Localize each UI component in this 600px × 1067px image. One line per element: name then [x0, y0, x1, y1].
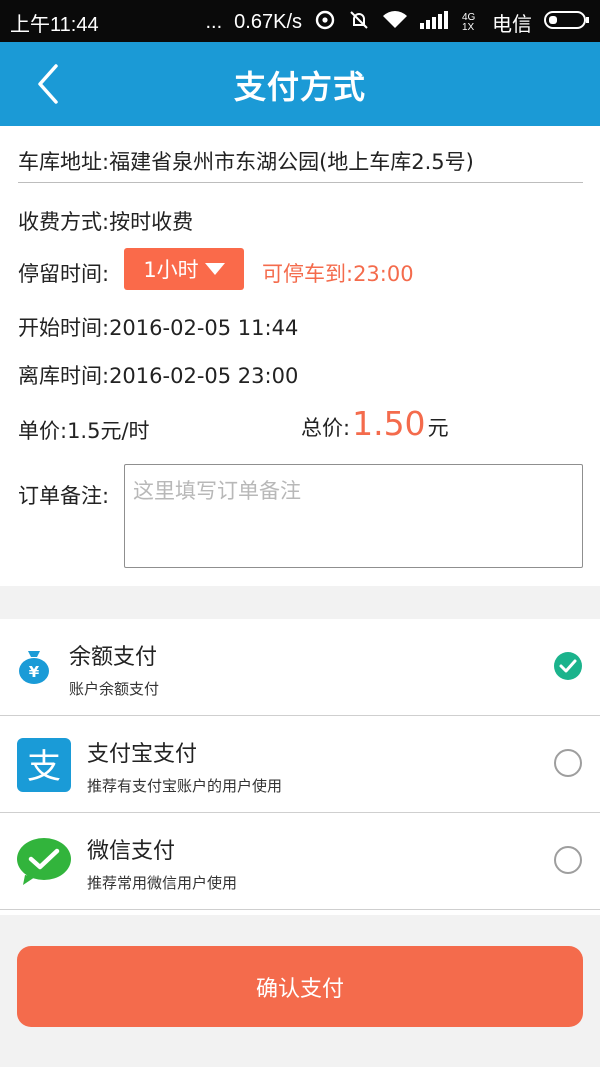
app-header: 支付方式: [0, 42, 600, 126]
carrier: 电信: [492, 14, 532, 36]
park-until-text: 可停车到:23:00: [262, 262, 414, 286]
payment-name: 微信支付: [87, 839, 176, 864]
wechat-icon: [15, 835, 73, 891]
radio-empty-icon[interactable]: [554, 846, 582, 874]
payment-name: 支付宝支付: [87, 742, 198, 767]
signal-icon: [420, 10, 450, 35]
payment-methods: ¥ 余额支付 账户余额支付 支 支付宝支付 推荐有支付宝账户的用户使用 微信支付…: [0, 619, 600, 915]
fee-mode: 收费方式:按时收费: [18, 210, 194, 234]
status-bar: 上午11:44 ... 0.67K/s 4G 1X 电信: [0, 0, 600, 42]
payment-desc: 推荐常用微信用户使用: [87, 874, 238, 892]
check-circle-icon[interactable]: [554, 652, 582, 680]
sync-icon: [314, 9, 336, 37]
unit-price: 单价:1.5元/时: [18, 419, 150, 443]
status-dots: ...: [205, 11, 223, 33]
wifi-icon: [382, 10, 408, 36]
payment-name: 余额支付: [69, 645, 158, 670]
total-price: 总价: 1.50 元: [301, 404, 449, 443]
order-note-label: 订单备注:: [18, 484, 110, 508]
page-title: 支付方式: [233, 68, 366, 106]
order-form: 车库地址:福建省泉州市东湖公园(地上车库2.5号) 收费方式:按时收费 停留时间…: [0, 126, 600, 586]
svg-text:¥: ¥: [29, 663, 40, 681]
payment-option-alipay[interactable]: 支 支付宝支付 推荐有支付宝账户的用户使用: [0, 716, 600, 813]
confirm-payment-button[interactable]: 确认支付: [17, 946, 583, 1027]
start-time: 开始时间:2016-02-05 11:44: [18, 316, 299, 340]
network-type: 4G 1X: [462, 11, 476, 33]
mute-icon: [348, 9, 370, 37]
address-divider: [18, 182, 583, 183]
stay-time-label: 停留时间:: [18, 262, 110, 286]
triangle-down-icon: [204, 263, 225, 275]
radio-empty-icon[interactable]: [554, 749, 582, 777]
stay-time-value: 1小时: [143, 258, 199, 282]
svg-text:支: 支: [27, 747, 61, 787]
order-note-input[interactable]: [124, 464, 583, 568]
total-amount: 1.50: [352, 404, 426, 443]
garage-address: 车库地址:福建省泉州市东湖公园(地上车库2.5号): [18, 150, 474, 174]
status-time: 上午11:44: [10, 14, 99, 36]
alipay-icon: 支: [17, 738, 71, 796]
network-speed: 0.67K/s: [234, 11, 302, 33]
payment-option-balance[interactable]: ¥ 余额支付 账户余额支付: [0, 619, 600, 716]
total-unit: 元: [427, 416, 449, 440]
row-divider: [0, 909, 600, 910]
status-icons: ... 0.67K/s 4G 1X 电信: [206, 8, 591, 37]
battery-icon: [544, 10, 590, 36]
payment-desc: 账户余额支付: [69, 680, 160, 698]
money-bag-icon: ¥: [17, 647, 51, 689]
total-label: 总价:: [301, 416, 351, 440]
payment-option-wechat[interactable]: 微信支付 推荐常用微信用户使用: [0, 813, 600, 910]
leave-time: 离库时间:2016-02-05 23:00: [18, 364, 299, 388]
payment-desc: 推荐有支付宝账户的用户使用: [87, 777, 283, 795]
stay-time-dropdown[interactable]: 1小时: [124, 248, 244, 290]
